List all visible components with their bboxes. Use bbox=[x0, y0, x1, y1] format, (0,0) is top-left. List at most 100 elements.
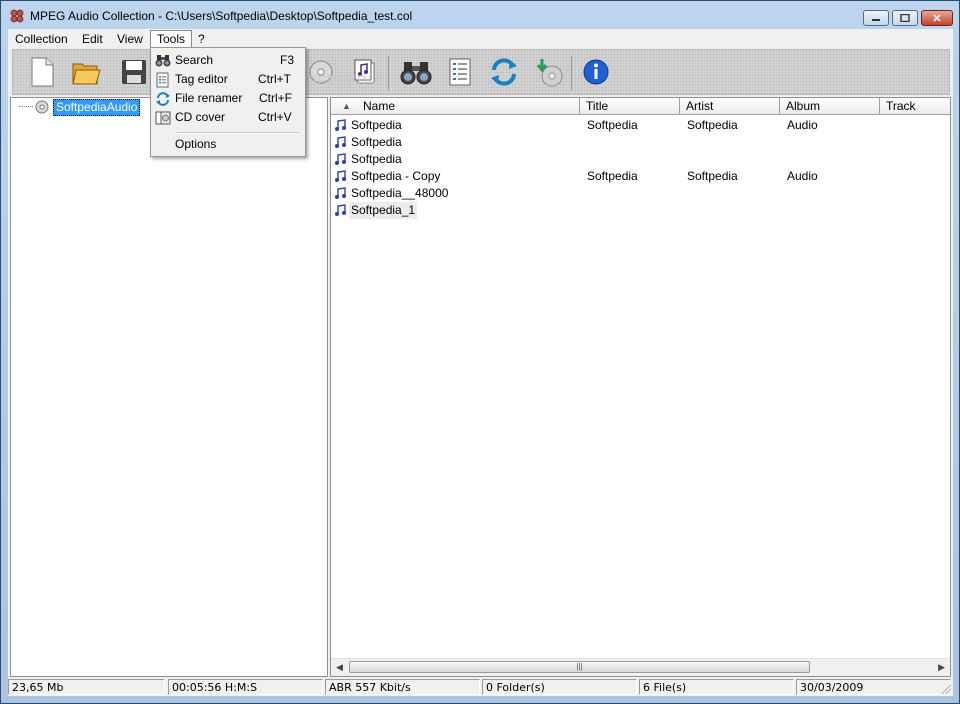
close-button[interactable]: ✕ bbox=[921, 10, 953, 26]
cd-cover-icon bbox=[155, 111, 171, 125]
horizontal-scrollbar[interactable]: ◀ ||| ▶ bbox=[331, 658, 950, 676]
column-artist[interactable]: Artist bbox=[680, 98, 780, 115]
sort-indicator-icon: ▲ bbox=[342, 101, 351, 111]
column-header: ▲ Name Title Artist Album Track bbox=[331, 98, 950, 115]
maximize-button[interactable] bbox=[892, 10, 918, 26]
refresh-icon bbox=[491, 58, 517, 86]
cell-artist: Softpedia bbox=[687, 118, 738, 132]
tools-dropdown-menu: Search F3 Tag editor Ctrl+T File renamer… bbox=[150, 47, 306, 157]
menu-view[interactable]: View bbox=[111, 31, 149, 48]
scroll-right-icon[interactable]: ▶ bbox=[938, 662, 945, 673]
menu-item-label: Options bbox=[175, 137, 217, 151]
open-folder-icon bbox=[72, 63, 101, 85]
file-list[interactable]: ▲ Name Title Artist Album Track Softpedi… bbox=[330, 97, 951, 677]
status-bitrate: ABR 557 Kbit/s bbox=[325, 679, 480, 695]
music-note-icon bbox=[335, 136, 346, 148]
scroll-left-icon[interactable]: ◀ bbox=[336, 662, 343, 673]
tag-list-icon bbox=[449, 58, 471, 86]
menu-item-shortcut: F3 bbox=[280, 53, 295, 67]
toolbar-separator bbox=[388, 56, 389, 90]
open-button[interactable] bbox=[69, 54, 103, 90]
status-files: 6 File(s) bbox=[639, 679, 794, 695]
cell-artist: Softpedia bbox=[687, 169, 738, 183]
column-album[interactable]: Album bbox=[780, 98, 880, 115]
menu-item-label: File renamer bbox=[175, 91, 243, 105]
menu-item-label: Tag editor bbox=[175, 72, 228, 86]
menu-bar: Collection Edit View Tools ? bbox=[8, 29, 953, 49]
cd-download-button[interactable] bbox=[531, 54, 565, 90]
save-icon bbox=[122, 60, 146, 84]
save-button[interactable] bbox=[117, 54, 151, 90]
tree-connector bbox=[19, 106, 33, 107]
column-track[interactable]: Track bbox=[880, 98, 950, 115]
list-item[interactable]: Softpedia Softpedia Softpedia Audio bbox=[331, 117, 950, 134]
menu-collection[interactable]: Collection bbox=[9, 31, 74, 48]
resize-grip-icon[interactable] bbox=[941, 684, 951, 694]
music-note-icon bbox=[335, 204, 346, 216]
menu-edit[interactable]: Edit bbox=[76, 31, 109, 48]
search-button[interactable] bbox=[399, 54, 433, 90]
menu-item-options[interactable]: Options bbox=[153, 135, 303, 154]
cd-download-icon bbox=[536, 59, 563, 87]
binoculars-icon bbox=[155, 55, 171, 67]
cd-icon bbox=[35, 100, 49, 114]
maximize-icon bbox=[900, 14, 910, 22]
column-name[interactable]: ▲ Name bbox=[331, 98, 580, 115]
list-item[interactable]: Softpedia bbox=[331, 134, 950, 151]
menu-item-label: Search bbox=[175, 53, 214, 67]
app-window: MPEG Audio Collection - C:\Users\Softped… bbox=[0, 0, 960, 704]
minimize-icon bbox=[872, 19, 880, 21]
status-duration: 00:05:56 H:M:S bbox=[168, 679, 323, 695]
menu-help[interactable]: ? bbox=[192, 31, 211, 48]
music-note-icon bbox=[335, 153, 346, 165]
info-icon bbox=[583, 59, 609, 85]
close-icon: ✕ bbox=[932, 12, 942, 25]
refresh-button[interactable] bbox=[487, 54, 521, 90]
cell-title: Softpedia bbox=[587, 118, 638, 132]
tag-editor-icon bbox=[156, 72, 169, 88]
music-note-icon bbox=[335, 170, 346, 182]
list-item[interactable]: Softpedia__48000 bbox=[331, 185, 950, 202]
tree-node-label: SoftpediaAudio bbox=[53, 99, 141, 116]
title-bar[interactable]: MPEG Audio Collection - C:\Users\Softped… bbox=[1, 1, 959, 29]
watermark: SOFTPEDIA bbox=[295, 72, 384, 88]
menu-item-shortcut: Ctrl+V bbox=[258, 110, 292, 124]
cell-name: Softpedia bbox=[351, 152, 402, 166]
menu-item-file-renamer[interactable]: File renamer Ctrl+F bbox=[153, 89, 303, 108]
window-title: MPEG Audio Collection - C:\Users\Softped… bbox=[30, 9, 413, 23]
refresh-icon bbox=[156, 92, 170, 106]
cell-name: Softpedia - Copy bbox=[351, 169, 441, 183]
menu-item-search[interactable]: Search F3 bbox=[153, 51, 303, 70]
list-item[interactable]: Softpedia - Copy Softpedia Softpedia Aud… bbox=[331, 168, 950, 185]
menu-item-tag-editor[interactable]: Tag editor Ctrl+T bbox=[153, 70, 303, 89]
tag-list-button[interactable] bbox=[443, 54, 477, 90]
status-size: 23,65 Mb bbox=[8, 679, 165, 695]
music-note-icon bbox=[335, 119, 346, 131]
toolbar-separator bbox=[571, 56, 572, 90]
cell-album: Audio bbox=[787, 118, 818, 132]
column-name-label: Name bbox=[363, 99, 396, 113]
menu-item-label: CD cover bbox=[175, 110, 226, 124]
list-item[interactable]: Softpedia bbox=[331, 151, 950, 168]
new-file-icon bbox=[31, 57, 54, 87]
status-bar: 23,65 Mb 00:05:56 H:M:S ABR 557 Kbit/s 0… bbox=[8, 678, 953, 696]
list-item[interactable]: Softpedia_1 bbox=[331, 202, 950, 219]
info-button[interactable] bbox=[579, 54, 613, 90]
cell-name: Softpedia bbox=[351, 118, 402, 132]
music-note-icon bbox=[335, 187, 346, 199]
menu-item-shortcut: Ctrl+F bbox=[259, 91, 292, 105]
cell-name: Softpedia bbox=[351, 135, 402, 149]
status-folders: 0 Folder(s) bbox=[482, 679, 637, 695]
app-icon bbox=[10, 9, 24, 23]
new-button[interactable] bbox=[25, 54, 59, 90]
cell-album: Audio bbox=[787, 169, 818, 183]
cell-name: Softpedia__48000 bbox=[351, 186, 449, 200]
menu-item-cd-cover[interactable]: CD cover Ctrl+V bbox=[153, 108, 303, 127]
scroll-thumb[interactable]: ||| bbox=[349, 661, 810, 673]
column-title[interactable]: Title bbox=[580, 98, 680, 115]
binoculars-icon bbox=[400, 62, 432, 85]
minimize-button[interactable] bbox=[863, 10, 889, 26]
collection-tree[interactable]: SoftpediaAudio bbox=[10, 97, 328, 677]
cell-name: Softpedia_1 bbox=[349, 202, 418, 219]
cell-title: Softpedia bbox=[587, 169, 638, 183]
